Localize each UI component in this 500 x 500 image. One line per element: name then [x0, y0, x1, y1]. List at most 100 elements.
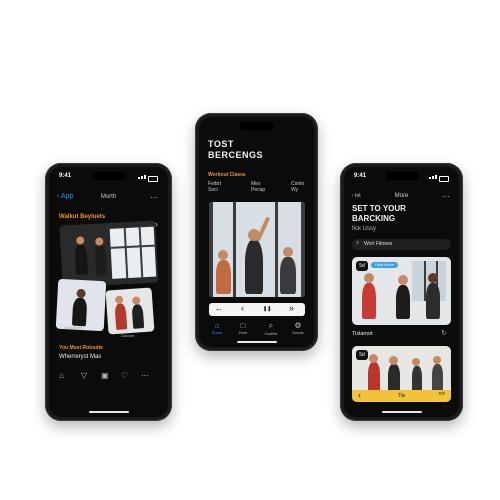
person-figure	[388, 364, 400, 392]
refresh-icon[interactable]: ↻	[441, 329, 447, 337]
section-subtitle: Wherreryst Mas	[59, 354, 102, 360]
title-line-2: BARCKING	[352, 214, 396, 223]
workout-photo-3[interactable]	[105, 287, 155, 335]
filter-tab-icon[interactable]: ▽	[81, 371, 87, 380]
action-label[interactable]: Tliv	[352, 393, 451, 399]
right-phone-screen: 9:41 ‹ Int More … SET TO YOUR BARCKING f…	[344, 167, 459, 417]
previous-button[interactable]: ‹	[241, 303, 244, 313]
tab-hore[interactable]: □ Hore	[231, 321, 255, 335]
workout-card-2[interactable]: 5d ‹ Tliv »»	[352, 346, 451, 402]
category-column[interactable]: Conto Wy	[291, 181, 304, 193]
person-head	[114, 295, 124, 304]
person-head	[369, 354, 378, 363]
category-column[interactable]: Fetbrt Seci	[208, 181, 221, 193]
gym-window	[109, 226, 157, 279]
person-head	[412, 358, 420, 366]
tab-label: Sorple	[292, 330, 304, 335]
window-frame	[233, 202, 236, 297]
home-tab-icon[interactable]: ⌂	[59, 371, 64, 380]
person-head	[389, 356, 398, 365]
person-figure	[74, 244, 89, 275]
section-heading: Workout Classe	[208, 172, 246, 178]
workout-photo-2[interactable]	[55, 278, 107, 332]
person-head	[76, 236, 85, 245]
person-figure	[368, 362, 380, 392]
raised-arm	[255, 216, 271, 242]
person-figure	[280, 257, 296, 294]
workout-card-1[interactable]: 5d Fiwtn fionee	[352, 257, 451, 325]
category-line: Seci	[208, 187, 218, 193]
person-figure	[432, 364, 443, 392]
subtitle: fick Ussy	[352, 226, 376, 232]
search-input-text: Wort Fitnees	[364, 241, 393, 247]
card-label: Tislamot	[352, 331, 373, 337]
category-pill[interactable]: Fiwtn fionee	[371, 262, 398, 268]
duration-badge: 5d	[356, 350, 368, 360]
center-phone: TOST BERCENGS Workout Classe Fetbrt Seci…	[195, 113, 318, 351]
home-indicator	[381, 411, 422, 413]
home-indicator	[236, 341, 277, 343]
person-head	[364, 273, 374, 283]
right-phone: 9:41 ‹ Int More … SET TO YOUR BARCKING f…	[340, 163, 463, 421]
person-head	[132, 296, 141, 305]
person-figure	[426, 283, 440, 319]
status-bar: 9:41	[59, 172, 158, 182]
photo-caption: Rect Beets	[65, 326, 83, 330]
person-figure	[131, 304, 145, 329]
person-head	[428, 273, 438, 283]
tab-sorple[interactable]: ⚙ Sorple	[286, 321, 310, 335]
pause-button[interactable]: ❚❚	[263, 306, 271, 312]
workout-photo-1[interactable]	[59, 220, 159, 288]
gear-icon: ⚙	[294, 321, 302, 330]
person-head	[95, 237, 104, 246]
tab-label: Ourtrlis	[264, 331, 278, 336]
more-icon[interactable]: …	[150, 191, 158, 200]
person-head	[76, 288, 86, 299]
tab-label: Hore	[238, 330, 248, 335]
person-head	[283, 247, 293, 257]
home-indicator	[88, 411, 129, 413]
tab-share[interactable]: ⌂ Share	[205, 321, 229, 335]
heart-tab-icon[interactable]: ♡	[121, 371, 128, 380]
fast-forward-button[interactable]: »	[289, 303, 294, 313]
left-phone-screen: 9:41 ‹ App Morth … Walkut Beyluets › Rec…	[49, 167, 168, 417]
person-figure	[412, 366, 422, 392]
person-figure	[216, 260, 231, 294]
more-icon[interactable]: …	[442, 190, 450, 199]
person-figure	[396, 285, 410, 319]
person-head	[218, 250, 228, 260]
person-head	[398, 275, 408, 285]
duration-badge: 5d	[356, 261, 368, 271]
left-phone: 9:41 ‹ App Morth … Walkut Beyluets › Rec…	[45, 163, 172, 421]
back-arrow-button[interactable]: ←	[215, 304, 223, 313]
class-hero-photo[interactable]	[209, 202, 305, 297]
category-line: Wy	[291, 187, 299, 193]
title-line-2: BERCENGS	[208, 150, 264, 160]
search-icon: ⌕	[356, 240, 360, 246]
tab-bar: ⌂ ▽ ▣ ♡ ⋯	[49, 367, 168, 389]
photo-caption: Classibe	[121, 334, 135, 338]
search-input[interactable]: ⌕ Wort Fitnees	[352, 239, 451, 250]
skip-button[interactable]: »»	[438, 391, 445, 397]
window-frame	[209, 202, 213, 297]
person-head	[433, 356, 441, 364]
tab-ourtrlis[interactable]: ⌕ Ourtrlis	[259, 321, 283, 336]
search-icon: ⌕	[268, 321, 274, 330]
dynamic-island	[239, 122, 274, 130]
home-icon: ⌂	[214, 321, 220, 330]
category-column[interactable]: Mex Pecap	[251, 181, 265, 193]
person-figure	[71, 297, 88, 327]
person-figure	[94, 245, 108, 276]
more-tab-icon[interactable]: ⋯	[141, 371, 149, 380]
status-time: 9:41	[354, 173, 367, 179]
grid-tab-icon[interactable]: ▣	[101, 371, 109, 380]
title-line-1: SET TO YOUR	[352, 204, 406, 213]
playback-controls: ← ‹ ❚❚ »	[209, 303, 305, 316]
signal-battery-icon	[138, 174, 158, 182]
tab-label: Share	[211, 330, 223, 335]
person-figure	[362, 283, 376, 319]
bottom-action-bar: ‹ Tliv »»	[352, 390, 451, 402]
person-figure	[114, 303, 128, 331]
window-frame	[301, 202, 305, 297]
section-heading: Walkut Beyluets	[59, 214, 106, 220]
